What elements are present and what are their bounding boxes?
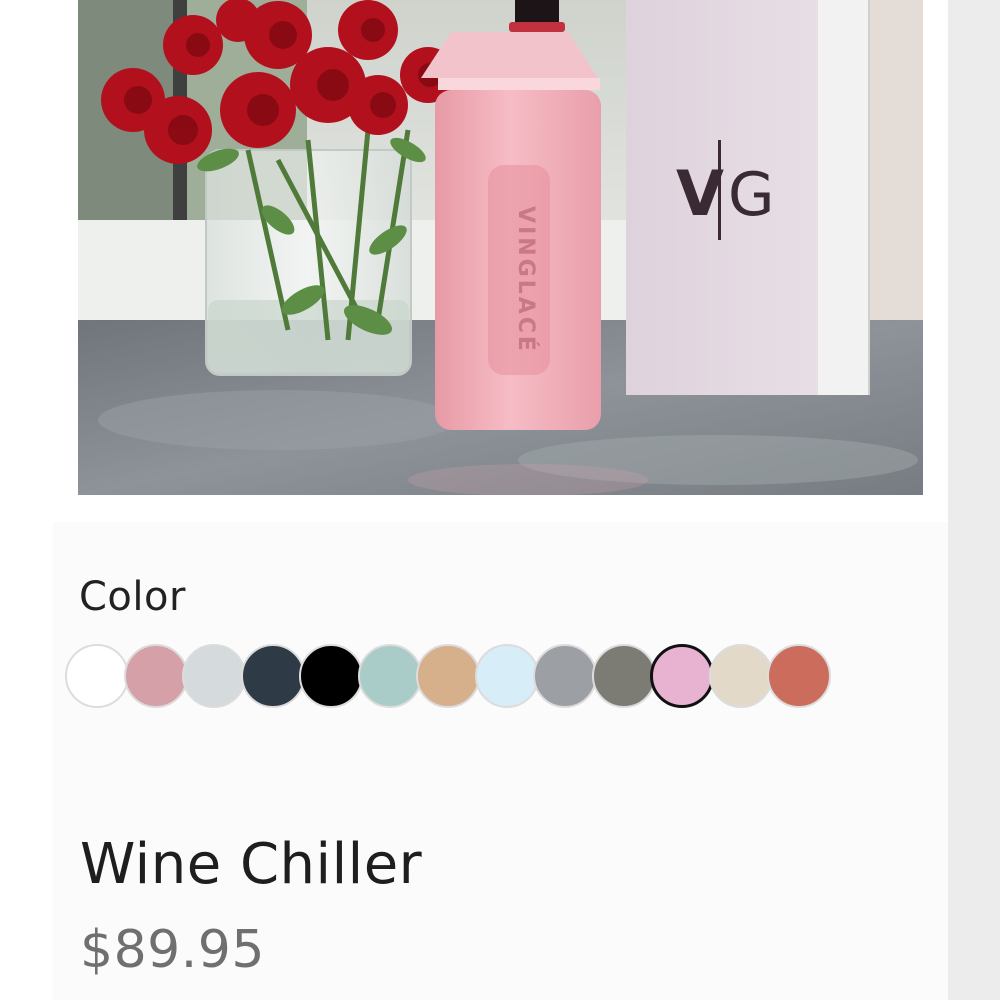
color-swatch-gray[interactable]: [533, 644, 597, 708]
color-swatch-slate-gray[interactable]: [591, 644, 656, 708]
color-swatch-seafoam[interactable]: [357, 644, 422, 708]
color-swatch-cream[interactable]: [708, 644, 773, 708]
color-swatch-tan[interactable]: [416, 644, 480, 708]
color-swatch-blush-pink[interactable]: [123, 644, 188, 708]
color-swatch-sky-blue[interactable]: [474, 644, 539, 708]
color-swatch-black[interactable]: [299, 644, 363, 708]
box-logo-right: G: [728, 160, 775, 230]
color-label: Color: [79, 574, 186, 620]
product-page: VINGLACÉ V G Color Wine Chiller $89.95: [0, 0, 1000, 1000]
color-swatch-coral[interactable]: [767, 644, 831, 708]
color-swatch-light-gray[interactable]: [182, 644, 246, 708]
box-logo-left: V: [676, 157, 724, 230]
color-swatch-list: [65, 644, 865, 716]
product-title: Wine Chiller: [80, 832, 423, 897]
product-price: $89.95: [80, 920, 265, 980]
page-gutter: [948, 0, 1000, 1000]
color-swatch-charcoal-navy[interactable]: [240, 644, 305, 708]
color-swatch-pink[interactable]: [650, 644, 714, 708]
product-details: Color Wine Chiller $89.95: [53, 522, 948, 1000]
product-image[interactable]: VINGLACÉ V G: [78, 0, 923, 495]
color-swatch-white[interactable]: [65, 644, 129, 708]
bottle-brand-text: VINGLACÉ: [513, 206, 539, 354]
